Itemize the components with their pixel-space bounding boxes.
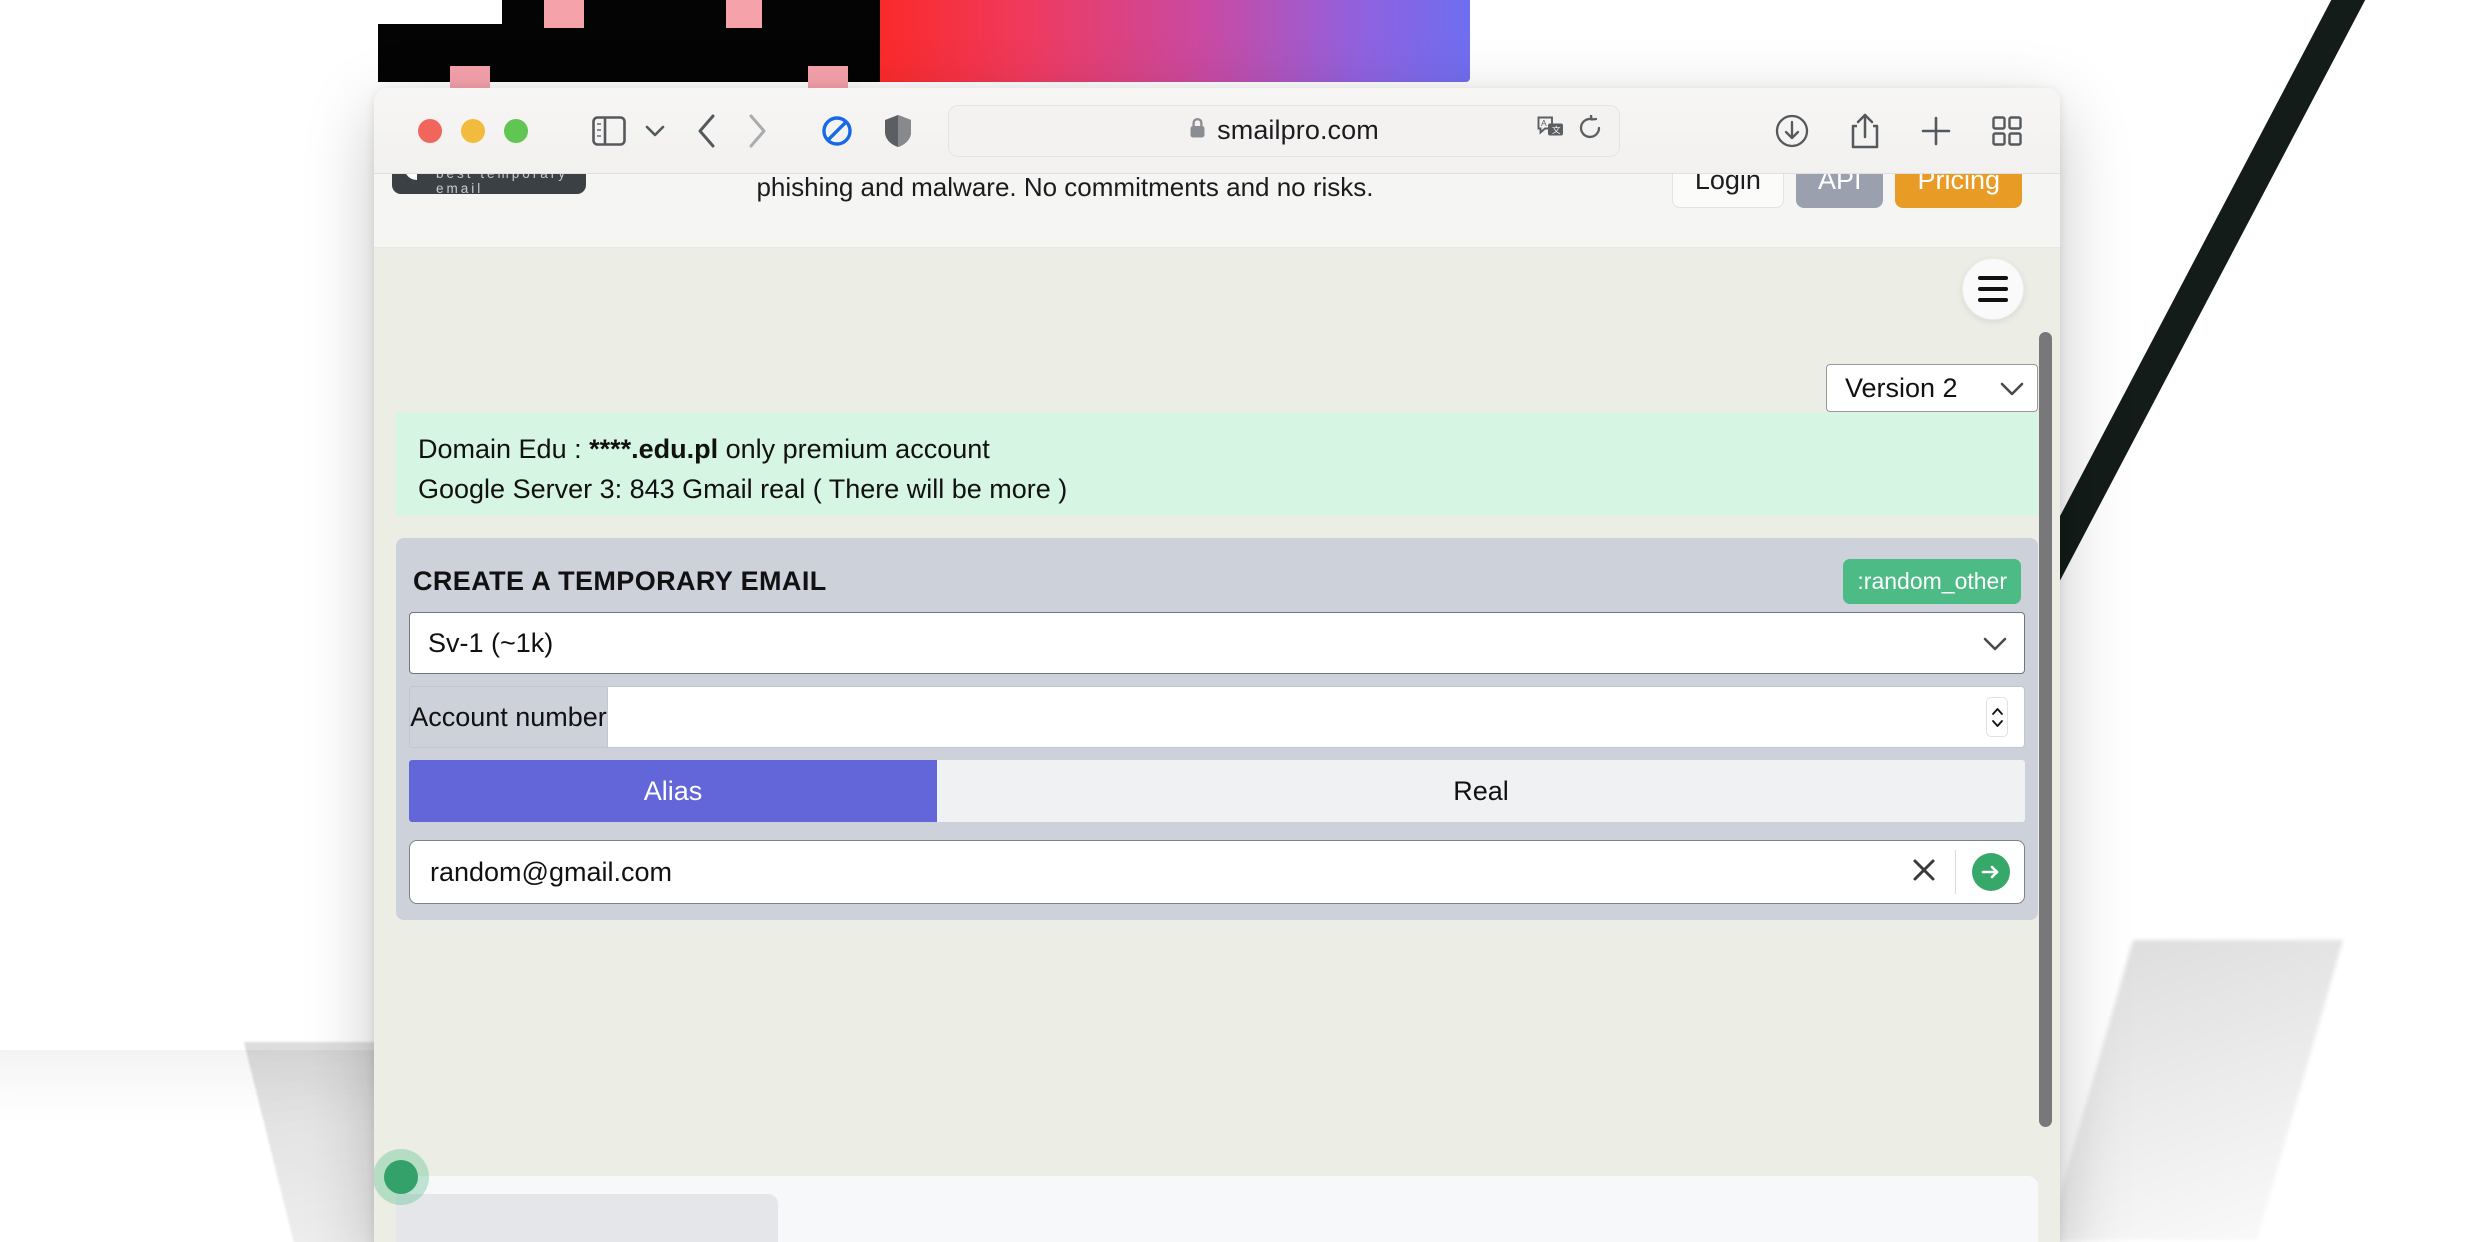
pricing-button[interactable]: Pricing	[1895, 174, 2022, 208]
api-button[interactable]: API	[1795, 174, 1884, 208]
minimize-window-button[interactable]	[461, 118, 485, 143]
blocked-content-icon[interactable]	[820, 114, 854, 148]
envelope-logo-icon	[400, 174, 434, 194]
tab-alias[interactable]: Alias	[409, 760, 937, 822]
random-other-badge[interactable]: :random_other	[1843, 558, 2021, 604]
hamburger-menu-icon[interactable]	[1962, 258, 2024, 320]
version-select-value: Version 2	[1845, 372, 1958, 403]
email-input-actions	[1909, 850, 2010, 894]
url-bar[interactable]: smailpro.com A 文	[948, 104, 1620, 157]
svg-text:A: A	[1541, 118, 1547, 128]
new-tab-icon[interactable]	[1920, 115, 1952, 147]
chevron-down-icon[interactable]	[644, 124, 666, 138]
zoom-window-button[interactable]	[504, 118, 528, 143]
browser-window: smailpro.com A 文 email phishing and malw…	[374, 88, 2060, 1242]
tab-real[interactable]: Real	[937, 760, 2025, 822]
version-select[interactable]: Version 2	[1826, 364, 2038, 412]
url-text: smailpro.com	[1217, 115, 1379, 145]
tab-overview-icon[interactable]	[1992, 115, 2022, 146]
translate-icon[interactable]: A 文	[1537, 115, 1565, 146]
banner-line-1-domain: ****.edu.pl	[589, 434, 719, 464]
privacy-shield-icon[interactable]	[884, 114, 912, 148]
window-controls[interactable]	[418, 118, 528, 143]
browser-toolbar: smailpro.com A 文	[374, 88, 2060, 174]
site-logo[interactable]: SMAILPRO best temporary email	[392, 174, 586, 194]
account-number-row: Account number	[409, 686, 2025, 748]
reload-icon[interactable]	[1579, 114, 1603, 146]
email-input-value: random@gmail.com	[430, 856, 672, 887]
banner-line-2: Google Server 3: 843 Gmail real ( There …	[418, 474, 1068, 504]
sidebar-icon[interactable]	[592, 115, 626, 146]
banner-line-1: Domain Edu : ****.edu.pl only premium ac…	[418, 429, 2038, 469]
page-content: SMAILPRO best temporary email phishing a…	[374, 174, 2060, 1242]
back-icon[interactable]	[696, 113, 718, 149]
account-number-label: Account number	[410, 687, 608, 747]
page-scrollbar[interactable]	[2039, 332, 2052, 1127]
divider	[1955, 850, 1956, 894]
next-section-sidebar	[396, 1194, 778, 1242]
swoosh-shadow-decoration	[2046, 940, 2344, 1240]
status-badge	[384, 1160, 418, 1194]
quantity-stepper[interactable]	[1986, 697, 2008, 737]
banner-line-1-prefix: Domain Edu :	[418, 434, 590, 464]
alias-real-toggle: Alias Real	[409, 760, 2025, 822]
arrow-right-icon[interactable]	[1972, 853, 2010, 891]
notice-banner: Domain Edu : ****.edu.pl only premium ac…	[396, 412, 2038, 516]
create-email-card-header: CREATE A TEMPORARY EMAIL :random_other	[409, 550, 2025, 612]
close-window-button[interactable]	[418, 118, 442, 143]
desktop-background: smailpro.com A 文 email phishing and malw…	[0, 0, 2484, 1242]
forward-icon[interactable]	[746, 113, 768, 149]
account-number-input[interactable]	[608, 687, 2024, 747]
banner-line-1-suffix: only premium account	[718, 434, 990, 464]
header-actions: Login API Pricing	[1671, 174, 2022, 208]
downloads-icon[interactable]	[1774, 113, 1810, 149]
logo-tagline: best temporary email	[436, 174, 565, 194]
svg-text:文: 文	[1552, 125, 1561, 135]
header-tagline-text: phishing and malware. No commitments and…	[756, 174, 1374, 202]
chevron-down-icon	[1982, 628, 2008, 659]
site-header: SMAILPRO best temporary email phishing a…	[374, 174, 2060, 248]
email-input-row[interactable]: random@gmail.com	[409, 840, 2025, 904]
share-icon[interactable]	[1850, 112, 1880, 150]
lock-icon	[1189, 117, 1206, 144]
chevron-down-icon	[1999, 373, 2025, 404]
create-email-card: CREATE A TEMPORARY EMAIL :random_other S…	[396, 538, 2038, 920]
page-title: CREATE A TEMPORARY EMAIL	[413, 565, 827, 596]
gradient-strip-decoration	[880, 0, 1470, 82]
version-selector-wrap: Version 2	[1826, 364, 2038, 412]
server-select-value: Sv-1 (~1k)	[428, 627, 554, 658]
close-icon[interactable]	[1909, 855, 1939, 890]
server-select[interactable]: Sv-1 (~1k)	[409, 612, 2025, 674]
login-button[interactable]: Login	[1671, 174, 1784, 208]
next-section-card	[384, 1160, 2038, 1242]
